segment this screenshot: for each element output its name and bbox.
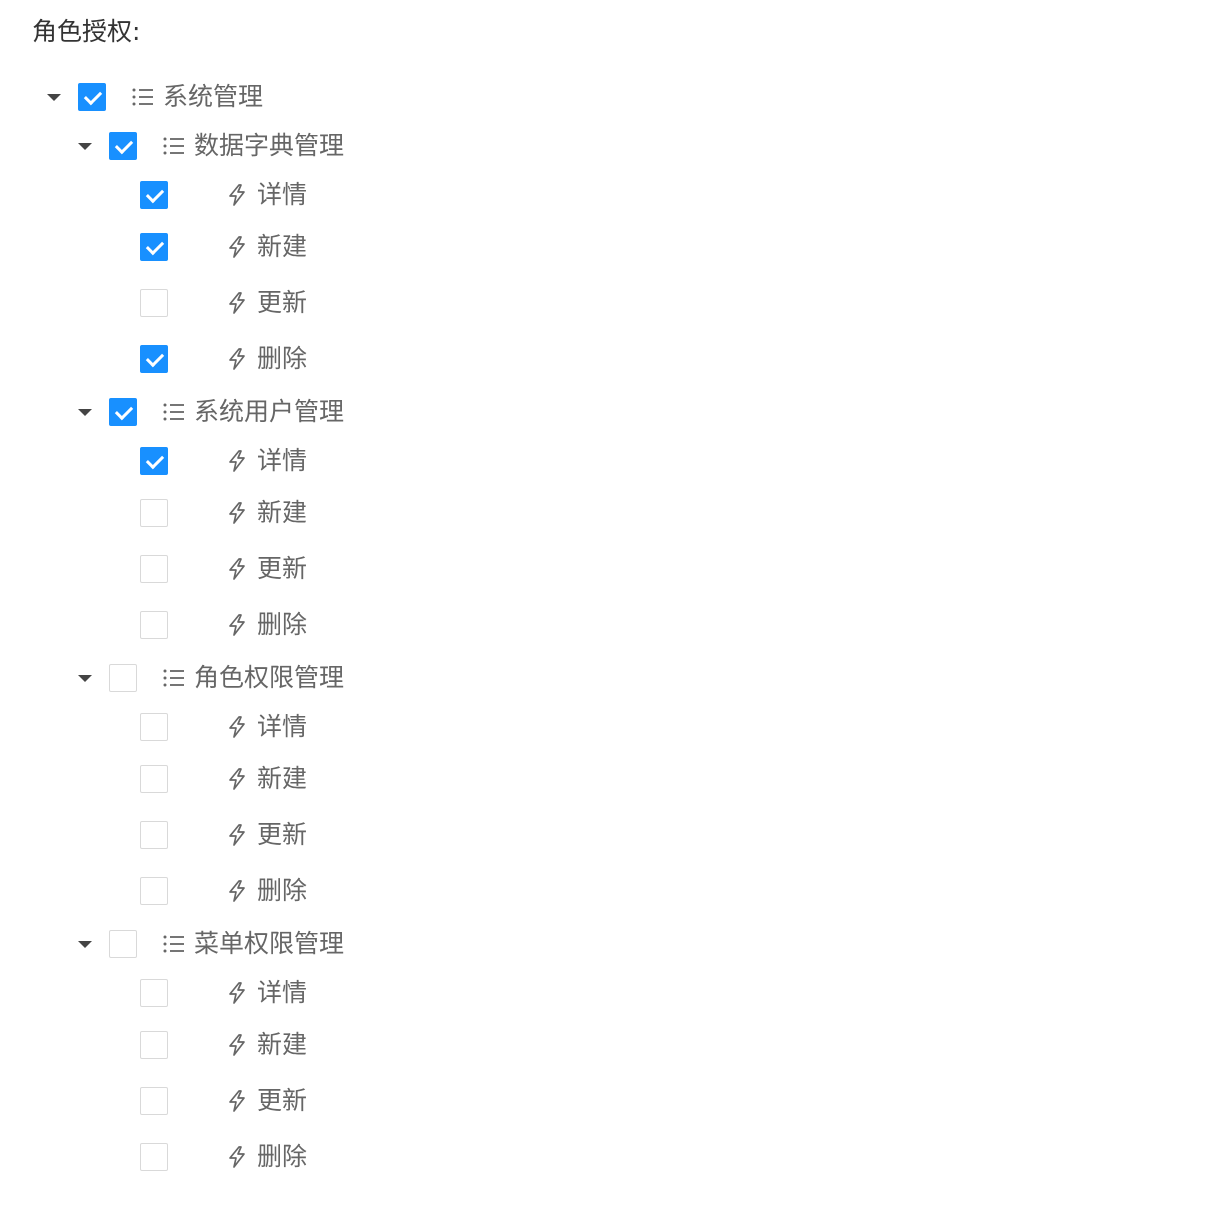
list-icon bbox=[131, 85, 155, 109]
tree-leaf[interactable]: 更新 bbox=[0, 541, 1216, 597]
checkbox-checked[interactable] bbox=[78, 82, 106, 111]
list-icon bbox=[162, 400, 186, 424]
tree-leaf[interactable]: 新建 bbox=[0, 485, 1216, 541]
tree-leaf[interactable]: 更新 bbox=[0, 807, 1216, 863]
tree-node-title[interactable]: 详情 bbox=[257, 445, 307, 477]
lightning-icon bbox=[225, 613, 249, 637]
lightning-icon bbox=[225, 879, 249, 903]
caret-down-icon[interactable] bbox=[78, 940, 92, 948]
checkbox-unchecked[interactable] bbox=[140, 555, 168, 583]
lightning-icon bbox=[225, 347, 249, 371]
lightning-icon bbox=[225, 449, 249, 473]
caret-down-icon[interactable] bbox=[78, 142, 92, 150]
tree-node-title[interactable]: 系统管理 bbox=[163, 81, 263, 113]
tree-leaf[interactable]: 更新 bbox=[0, 275, 1216, 331]
page-label: 角色授权: bbox=[32, 17, 141, 46]
tree-node-title[interactable]: 系统用户管理 bbox=[194, 396, 344, 428]
tree-node[interactable]: 系统管理 bbox=[0, 72, 1216, 121]
lightning-icon bbox=[225, 235, 249, 259]
checkbox-unchecked[interactable] bbox=[140, 765, 168, 793]
list-icon bbox=[162, 932, 186, 956]
tree-leaf[interactable]: 详情 bbox=[0, 702, 1216, 751]
tree-node-title[interactable]: 详情 bbox=[257, 711, 307, 743]
caret-down-icon[interactable] bbox=[47, 93, 61, 101]
tree-leaf[interactable]: 详情 bbox=[0, 436, 1216, 485]
tree-node[interactable]: 菜单权限管理 bbox=[0, 919, 1216, 968]
tree-leaf[interactable]: 删除 bbox=[0, 863, 1216, 919]
tree-node-title[interactable]: 删除 bbox=[257, 875, 307, 907]
tree-node-title[interactable]: 删除 bbox=[257, 609, 307, 641]
checkbox-checked[interactable] bbox=[109, 397, 137, 426]
checkbox-unchecked[interactable] bbox=[140, 1087, 168, 1115]
tree-node-title[interactable]: 详情 bbox=[257, 977, 307, 1009]
tree-node-title[interactable]: 更新 bbox=[257, 287, 307, 319]
tree-leaf[interactable]: 删除 bbox=[0, 1129, 1216, 1185]
checkbox-checked[interactable] bbox=[140, 345, 168, 373]
checkbox-checked[interactable] bbox=[140, 446, 168, 475]
checkbox-unchecked[interactable] bbox=[140, 877, 168, 905]
lightning-icon bbox=[225, 183, 249, 207]
checkbox-checked[interactable] bbox=[109, 131, 137, 160]
lightning-icon bbox=[225, 981, 249, 1005]
tree-node-title[interactable]: 新建 bbox=[257, 763, 307, 795]
checkbox-unchecked[interactable] bbox=[140, 712, 168, 741]
tree-leaf[interactable]: 新建 bbox=[0, 219, 1216, 275]
lightning-icon bbox=[225, 715, 249, 739]
tree-node-title[interactable]: 更新 bbox=[257, 819, 307, 851]
checkbox-unchecked[interactable] bbox=[140, 1143, 168, 1171]
checkbox-unchecked[interactable] bbox=[109, 929, 137, 958]
caret-down-icon[interactable] bbox=[78, 674, 92, 682]
checkbox-unchecked[interactable] bbox=[140, 821, 168, 849]
tree-node-title[interactable]: 详情 bbox=[257, 179, 307, 211]
tree-node[interactable]: 系统用户管理 bbox=[0, 387, 1216, 436]
list-icon bbox=[162, 134, 186, 158]
lightning-icon bbox=[225, 1033, 249, 1057]
lightning-icon bbox=[225, 767, 249, 791]
lightning-icon bbox=[225, 557, 249, 581]
tree-node[interactable]: 数据字典管理 bbox=[0, 121, 1216, 170]
checkbox-unchecked[interactable] bbox=[140, 611, 168, 639]
tree-leaf[interactable]: 删除 bbox=[0, 331, 1216, 387]
tree-node[interactable]: 角色权限管理 bbox=[0, 653, 1216, 702]
tree-node-title[interactable]: 删除 bbox=[257, 1141, 307, 1173]
checkbox-unchecked[interactable] bbox=[109, 663, 137, 692]
tree-node-title[interactable]: 数据字典管理 bbox=[194, 130, 344, 162]
list-icon bbox=[162, 666, 186, 690]
tree-node-title[interactable]: 新建 bbox=[257, 231, 307, 263]
tree-leaf[interactable]: 删除 bbox=[0, 597, 1216, 653]
tree-leaf[interactable]: 新建 bbox=[0, 751, 1216, 807]
permission-tree: 系统管理 数据字典管理 详情 新建 更新 删除 系统用户管理 详情 新建 更新 删除 角色权限管理 详情… bbox=[0, 72, 1216, 1185]
tree-node-title[interactable]: 更新 bbox=[257, 1085, 307, 1117]
tree-node-title[interactable]: 菜单权限管理 bbox=[194, 928, 344, 960]
lightning-icon bbox=[225, 1089, 249, 1113]
tree-node-title[interactable]: 新建 bbox=[257, 497, 307, 529]
tree-node-title[interactable]: 更新 bbox=[257, 553, 307, 585]
tree-leaf[interactable]: 新建 bbox=[0, 1017, 1216, 1073]
checkbox-unchecked[interactable] bbox=[140, 1031, 168, 1059]
lightning-icon bbox=[225, 823, 249, 847]
lightning-icon bbox=[225, 1145, 249, 1169]
tree-node-title[interactable]: 新建 bbox=[257, 1029, 307, 1061]
checkbox-checked[interactable] bbox=[140, 180, 168, 209]
tree-leaf[interactable]: 更新 bbox=[0, 1073, 1216, 1129]
caret-down-icon[interactable] bbox=[78, 408, 92, 416]
checkbox-checked[interactable] bbox=[140, 233, 168, 261]
lightning-icon bbox=[225, 501, 249, 525]
checkbox-unchecked[interactable] bbox=[140, 499, 168, 527]
checkbox-unchecked[interactable] bbox=[140, 978, 168, 1007]
lightning-icon bbox=[225, 291, 249, 315]
tree-node-title[interactable]: 角色权限管理 bbox=[194, 662, 344, 694]
tree-leaf[interactable]: 详情 bbox=[0, 968, 1216, 1017]
tree-node-title[interactable]: 删除 bbox=[257, 343, 307, 375]
tree-leaf[interactable]: 详情 bbox=[0, 170, 1216, 219]
checkbox-unchecked[interactable] bbox=[140, 289, 168, 317]
